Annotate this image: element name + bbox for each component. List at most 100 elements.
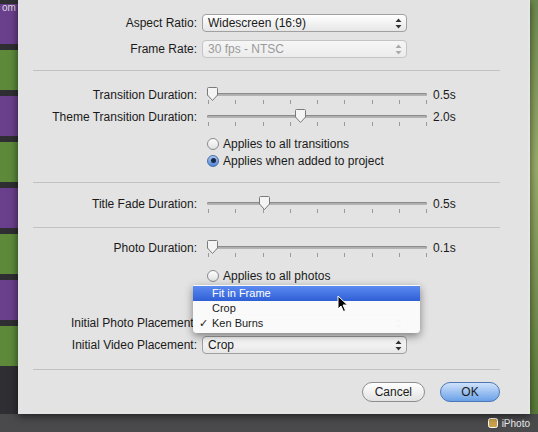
spacer bbox=[18, 34, 530, 38]
slider-tick bbox=[317, 122, 318, 126]
project-properties-dialog: Aspect Ratio: Widescreen (16:9) Frame Rate… bbox=[18, 0, 530, 414]
popup-value: Crop bbox=[208, 338, 234, 352]
photo-thumbnail bbox=[0, 234, 18, 274]
bottom-bar: iPhoto bbox=[0, 414, 538, 432]
slider-tick bbox=[208, 122, 209, 126]
slider[interactable] bbox=[202, 237, 428, 259]
spacer bbox=[18, 169, 530, 182]
slider-tick bbox=[235, 100, 236, 104]
slider-thumb[interactable] bbox=[295, 109, 306, 123]
slider-thumb[interactable] bbox=[207, 87, 218, 101]
slider-reading: 2.0s bbox=[433, 110, 530, 124]
radio-label[interactable]: Applies to all photos bbox=[223, 269, 330, 283]
slider-track[interactable] bbox=[207, 115, 427, 118]
slider-tick bbox=[263, 209, 264, 213]
radio-option[interactable]: Applies when added to project bbox=[207, 152, 530, 169]
popup-arrows-icon bbox=[395, 340, 402, 351]
slider-label: Photo Duration: bbox=[18, 241, 197, 255]
popup-value: 30 fps - NTSC bbox=[208, 42, 284, 56]
cancel-button[interactable]: Cancel bbox=[362, 382, 425, 402]
dock-label[interactable]: iPhoto bbox=[502, 418, 530, 429]
slider-thumb-icon bbox=[207, 240, 218, 254]
separator bbox=[33, 70, 500, 71]
slider-tick bbox=[290, 209, 291, 213]
slider-tick bbox=[372, 122, 373, 126]
separator bbox=[33, 182, 500, 183]
menu-item[interactable]: Crop bbox=[193, 301, 420, 316]
slider[interactable] bbox=[202, 106, 428, 128]
popup-label: Aspect Ratio: bbox=[18, 16, 197, 30]
slider-tick bbox=[426, 209, 427, 213]
slider-tick bbox=[399, 100, 400, 104]
slider-row: Photo Duration: 0.1s bbox=[18, 237, 530, 259]
menu-item-label[interactable]: Fit in Frame bbox=[212, 287, 271, 299]
slider-tick bbox=[263, 253, 264, 257]
slider-tick bbox=[263, 100, 264, 104]
slider-reading: 0.5s bbox=[433, 197, 530, 211]
slider-tick bbox=[399, 253, 400, 257]
photo-thumbnail bbox=[0, 326, 18, 366]
radio-button[interactable] bbox=[207, 138, 219, 150]
slider[interactable] bbox=[202, 193, 428, 215]
slider-track[interactable] bbox=[207, 93, 427, 96]
menu-item[interactable]: ✓ Ken Burns bbox=[193, 316, 420, 331]
radio-button[interactable] bbox=[207, 155, 219, 167]
radio-label[interactable]: Applies when added to project bbox=[223, 154, 384, 168]
slider-track[interactable] bbox=[207, 202, 427, 205]
slider-label: Title Fade Duration: bbox=[18, 197, 197, 211]
menu-item[interactable]: Fit in Frame bbox=[193, 286, 420, 301]
spacer bbox=[18, 128, 530, 135]
iphoto-icon bbox=[488, 418, 498, 428]
popup-value: Widescreen (16:9) bbox=[208, 16, 306, 30]
ok-button[interactable]: OK bbox=[440, 382, 500, 402]
slider-tick bbox=[290, 100, 291, 104]
spacer bbox=[18, 259, 530, 267]
timeline-thumbnails bbox=[0, 0, 18, 414]
check-mark: ✓ bbox=[199, 316, 208, 331]
radio-button[interactable] bbox=[207, 270, 219, 282]
cursor-icon bbox=[337, 295, 349, 313]
slider-tick bbox=[344, 100, 345, 104]
photo-thumbnail bbox=[0, 50, 18, 90]
popup-label: Frame Rate: bbox=[18, 42, 197, 56]
button-bar: Cancel OK bbox=[18, 382, 530, 402]
slider-tick bbox=[235, 122, 236, 126]
slider-thumb-icon bbox=[295, 109, 306, 123]
slider-tick bbox=[290, 122, 291, 126]
spacer bbox=[18, 183, 530, 193]
button-label[interactable]: OK bbox=[461, 385, 478, 399]
slider-tick bbox=[317, 209, 318, 213]
slider-row: Title Fade Duration: 0.5s bbox=[18, 193, 530, 215]
slider-reading: 0.1s bbox=[433, 241, 530, 255]
radio-option[interactable]: Applies to all transitions bbox=[207, 135, 530, 152]
radio-option[interactable]: Applies to all photos bbox=[207, 267, 530, 284]
slider-tick bbox=[208, 100, 209, 104]
popup-button: 30 fps - NTSC bbox=[202, 40, 407, 58]
slider-tick bbox=[235, 253, 236, 257]
slider-track[interactable] bbox=[207, 246, 427, 249]
slider-tick bbox=[235, 209, 236, 213]
slider-thumb[interactable] bbox=[207, 240, 218, 254]
placement-label: Initial Photo Placement: bbox=[18, 316, 197, 330]
popup-button[interactable]: Crop bbox=[202, 336, 407, 354]
menu-item-label[interactable]: Crop bbox=[212, 302, 236, 314]
slider-tick bbox=[426, 253, 427, 257]
spacer bbox=[18, 370, 530, 382]
button-label[interactable]: Cancel bbox=[375, 385, 412, 399]
slider[interactable] bbox=[202, 84, 428, 106]
slider-tick bbox=[426, 122, 427, 126]
separator bbox=[33, 369, 500, 370]
slider-tick bbox=[372, 209, 373, 213]
menu-item-label[interactable]: Ken Burns bbox=[212, 317, 263, 329]
slider-thumb[interactable] bbox=[259, 196, 270, 210]
separator bbox=[33, 227, 500, 228]
slider-tick bbox=[290, 253, 291, 257]
radio-label[interactable]: Applies to all transitions bbox=[223, 137, 349, 151]
spacer bbox=[18, 215, 530, 227]
popup-row: Frame Rate: 30 fps - NTSC bbox=[18, 38, 530, 60]
slider-tick bbox=[344, 253, 345, 257]
placement-menu: Fit in Frame Crop ✓ Ken Burns bbox=[193, 285, 420, 333]
slider-reading: 0.5s bbox=[433, 88, 530, 102]
slider-row: Transition Duration:0.5s bbox=[18, 84, 530, 106]
popup-button[interactable]: Widescreen (16:9) bbox=[202, 14, 407, 32]
